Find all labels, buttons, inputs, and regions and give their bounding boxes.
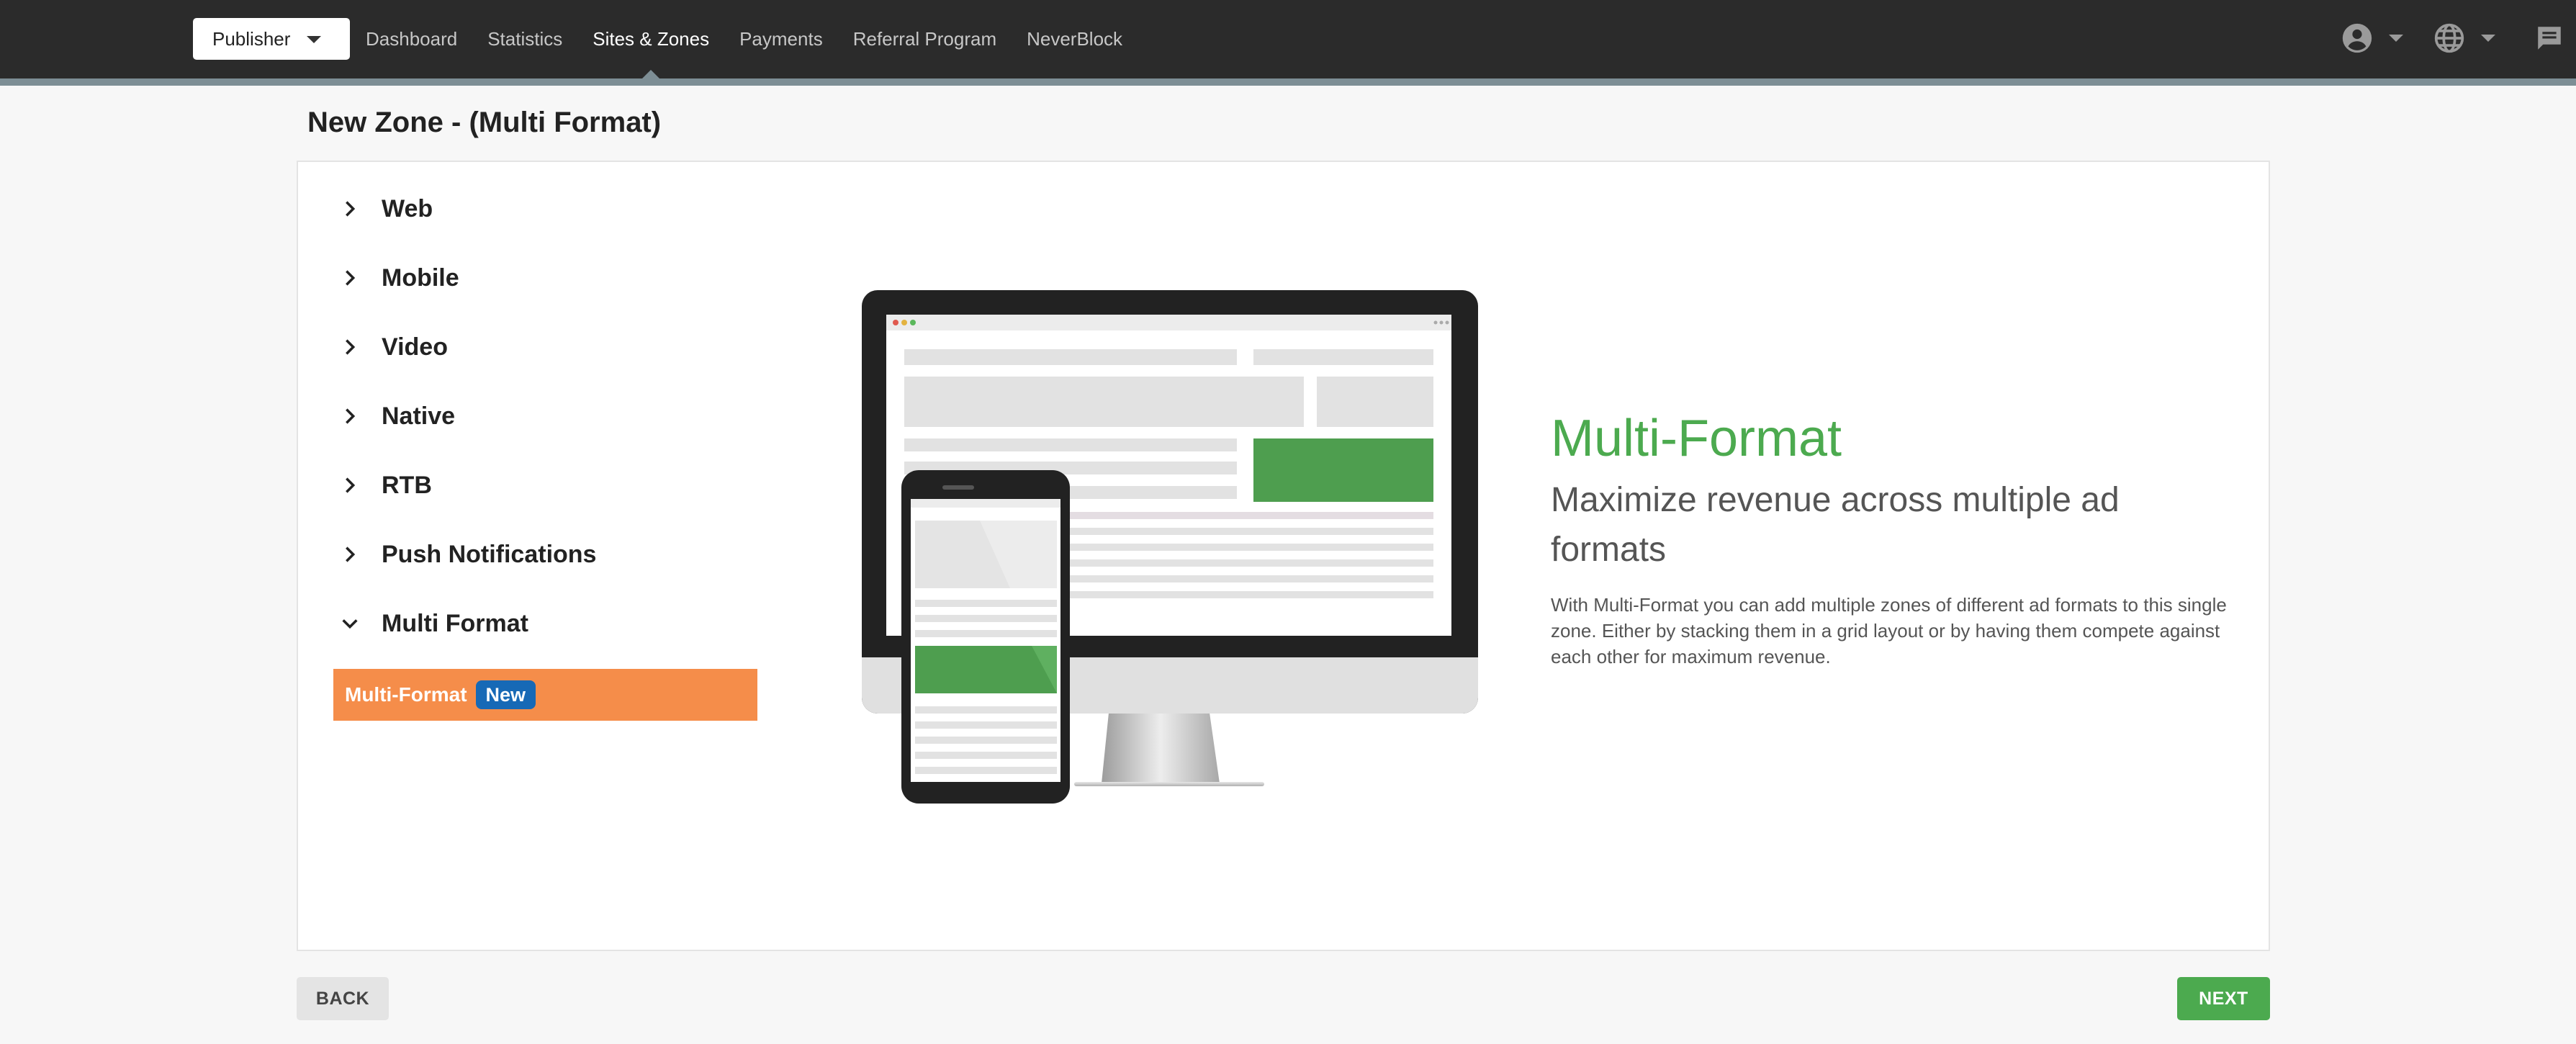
new-badge: New	[475, 680, 536, 709]
nav-statistics[interactable]: Statistics	[487, 0, 562, 78]
chat-icon	[2538, 27, 2561, 50]
chevron-down-icon	[342, 619, 358, 629]
user-account-icon	[2342, 23, 2372, 53]
category-label: Mobile	[382, 264, 459, 292]
chevron-down-icon	[2389, 35, 2403, 42]
nav-referral-program[interactable]: Referral Program	[853, 0, 996, 78]
category-label: Multi Format	[382, 609, 528, 637]
role-select-label: Publisher	[212, 27, 291, 50]
chevron-right-icon	[346, 339, 356, 355]
account-menu[interactable]	[2341, 22, 2403, 55]
category-push-notifications[interactable]: Push Notifications	[340, 533, 596, 576]
chevron-right-icon	[346, 546, 356, 562]
category-label: Native	[382, 402, 456, 430]
format-option-label: Multi-Format	[345, 683, 467, 706]
format-title: Multi-Format	[1551, 410, 1842, 467]
category-rtb[interactable]: RTB	[340, 464, 432, 507]
chevron-right-icon	[346, 201, 356, 217]
chevron-right-icon	[346, 408, 356, 424]
back-button[interactable]: BACK	[297, 977, 389, 1020]
nav-dashboard[interactable]: Dashboard	[366, 0, 457, 78]
nav-sites-zones[interactable]: Sites & Zones	[593, 0, 709, 79]
mobile-phone	[901, 470, 1070, 804]
page-title: New Zone - (Multi Format)	[307, 107, 662, 138]
zone-format-card: Web Mobile Video Native RTB Push Notific…	[297, 161, 2270, 951]
language-menu[interactable]	[2433, 22, 2495, 55]
nav-payments[interactable]: Payments	[739, 0, 823, 78]
format-description: With Multi-Format you can add multiple z…	[1551, 594, 2227, 667]
chevron-down-icon	[2481, 35, 2495, 42]
category-label: Video	[382, 333, 448, 361]
globe-language-icon	[2434, 23, 2464, 53]
category-video[interactable]: Video	[340, 325, 448, 369]
category-label: RTB	[382, 471, 432, 499]
category-mobile[interactable]: Mobile	[340, 256, 459, 300]
format-subtitle: Maximize revenue across multiple ad form…	[1551, 481, 2120, 569]
chevron-down-icon	[307, 36, 321, 43]
role-select-dropdown[interactable]: Publisher	[193, 18, 350, 60]
topbar-accent-stripe	[0, 78, 2576, 86]
top-navigation-bar: Publisher Dashboard Statistics Sites & Z…	[0, 0, 2576, 79]
category-native[interactable]: Native	[340, 395, 455, 438]
format-option-multi-format[interactable]: Multi-Format New	[333, 669, 757, 721]
chevron-right-icon	[346, 477, 356, 493]
nav-neverblock[interactable]: NeverBlock	[1027, 0, 1122, 78]
chevron-right-icon	[346, 270, 356, 286]
category-label: Web	[382, 194, 433, 222]
chat-button[interactable]	[2534, 22, 2564, 55]
multi-format-illustration	[862, 290, 1478, 804]
category-web[interactable]: Web	[340, 187, 433, 230]
next-button[interactable]: NEXT	[2177, 977, 2270, 1020]
category-label: Push Notifications	[382, 540, 597, 568]
main-nav: Dashboard Statistics Sites & Zones Payme…	[366, 0, 1153, 79]
category-multi-format[interactable]: Multi Format	[340, 602, 528, 645]
